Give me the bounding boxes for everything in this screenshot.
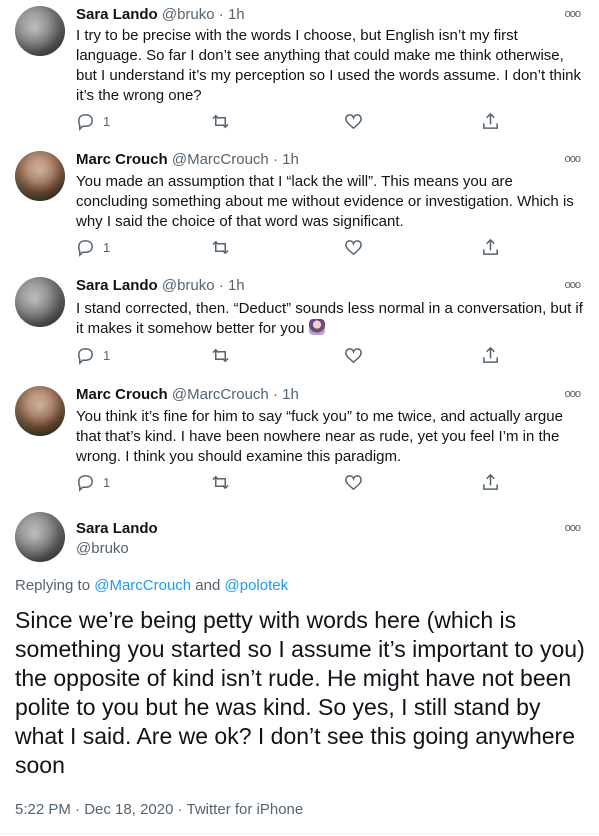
author-handle[interactable]: @bruko [162,277,215,294]
timestamp[interactable]: 1h [282,386,299,403]
tweet-text-content: I stand corrected, then. “Deduct” sounds… [76,300,583,337]
retweet-button[interactable] [211,473,230,492]
more-options-icon[interactable]: ooo [565,8,581,20]
heart-icon [345,475,362,491]
more-options-icon[interactable]: ooo [565,153,581,165]
separator: · [173,801,187,818]
reply-count: 1 [103,240,111,255]
tweet-metadata: 5:22 PM · Dec 18, 2020 · Twitter for iPh… [15,800,303,820]
reply-button[interactable]: 1 [76,238,110,257]
author-name[interactable]: Sara Lando [76,6,158,23]
tweet-text: I stand corrected, then. “Deduct” sounds… [76,299,586,339]
share-button[interactable] [481,112,500,131]
reply-button[interactable]: 1 [76,112,110,131]
author-name[interactable]: Marc Crouch [76,386,168,403]
avatar[interactable] [15,6,65,56]
replying-prefix: Replying to [15,577,95,594]
mention-link[interactable]: @polotek [225,577,289,594]
author-handle[interactable]: @bruko [162,6,215,23]
focus-tweet-text: Since we’re being petty with words here … [15,607,585,778]
tweet-header: Marc Crouch @MarcCrouch · 1h [76,150,299,170]
heart-icon [345,348,362,364]
retweet-button[interactable] [211,346,230,365]
more-options-icon[interactable]: ooo [565,522,581,534]
reply-count: 1 [103,475,111,490]
tweet-thread: Sara Lando @bruko · 1h ooo I try to be p… [0,0,599,836]
avatar[interactable] [15,386,65,436]
reply-count: 1 [103,348,111,363]
like-button[interactable] [344,346,363,365]
separator: · [70,801,85,818]
retweet-icon [212,240,229,255]
focus-author-name[interactable]: Sara Lando [76,519,158,539]
reply-button[interactable]: 1 [76,346,110,365]
tweet-header: Marc Crouch @MarcCrouch · 1h [76,385,299,405]
retweet-button[interactable] [211,238,230,257]
retweet-icon [212,475,229,490]
tweet-header: Sara Lando @bruko · 1h [76,276,245,296]
retweet-icon [212,348,229,363]
share-icon [483,473,498,490]
avatar[interactable] [15,277,65,327]
tweet-text: You made an assumption that I “lack the … [76,173,574,230]
author-handle[interactable]: @MarcCrouch [172,386,269,403]
share-button[interactable] [481,346,500,365]
more-options-icon[interactable]: ooo [565,388,581,400]
share-icon [483,346,498,363]
replying-to: Replying to @MarcCrouch and @polotek [15,576,288,596]
like-button[interactable] [344,238,363,257]
like-button[interactable] [344,112,363,131]
tweet-time[interactable]: 5:22 PM [15,801,71,818]
reply-icon [78,114,93,131]
author-handle[interactable]: @MarcCrouch [172,151,269,168]
timestamp[interactable]: 1h [282,151,299,168]
heart-icon [345,240,362,256]
divider [0,833,599,834]
tweet-client[interactable]: Twitter for iPhone [187,801,304,818]
separator: · [218,6,224,23]
author-name[interactable]: Sara Lando [76,277,158,294]
tweet-header: Sara Lando @bruko · 1h [76,5,245,25]
separator: · [272,151,278,168]
share-icon [483,112,498,129]
retweet-button[interactable] [211,112,230,131]
tweet-actions: 1 [76,473,556,493]
share-button[interactable] [481,473,500,492]
reply-icon [78,240,93,257]
retweet-icon [212,114,229,129]
author-name[interactable]: Marc Crouch [76,151,168,168]
avatar[interactable] [15,151,65,201]
reply-icon [78,348,93,365]
share-button[interactable] [481,238,500,257]
tweet-text: You think it’s fine for him to say “fuck… [76,408,563,465]
tweet-date[interactable]: Dec 18, 2020 [84,801,173,818]
like-button[interactable] [344,473,363,492]
reply-count: 1 [103,114,111,129]
separator: · [272,386,278,403]
more-options-icon[interactable]: ooo [565,279,581,291]
heart-icon [345,114,362,130]
focus-avatar[interactable] [15,512,65,562]
timestamp[interactable]: 1h [228,6,245,23]
woman-tipping-hand-emoji-icon [308,319,325,335]
reply-button[interactable]: 1 [76,473,110,492]
tweet-text: I try to be precise with the words I cho… [76,27,581,104]
tweet-actions: 1 [76,238,556,258]
separator: · [218,277,224,294]
tweet-actions: 1 [76,346,556,366]
tweet-actions: 1 [76,112,556,132]
timestamp[interactable]: 1h [228,277,245,294]
mention-link[interactable]: @MarcCrouch [94,577,191,594]
reply-icon [78,475,93,492]
share-icon [483,238,498,255]
replying-and: and [191,577,225,594]
focus-author-handle[interactable]: @bruko [76,539,129,559]
